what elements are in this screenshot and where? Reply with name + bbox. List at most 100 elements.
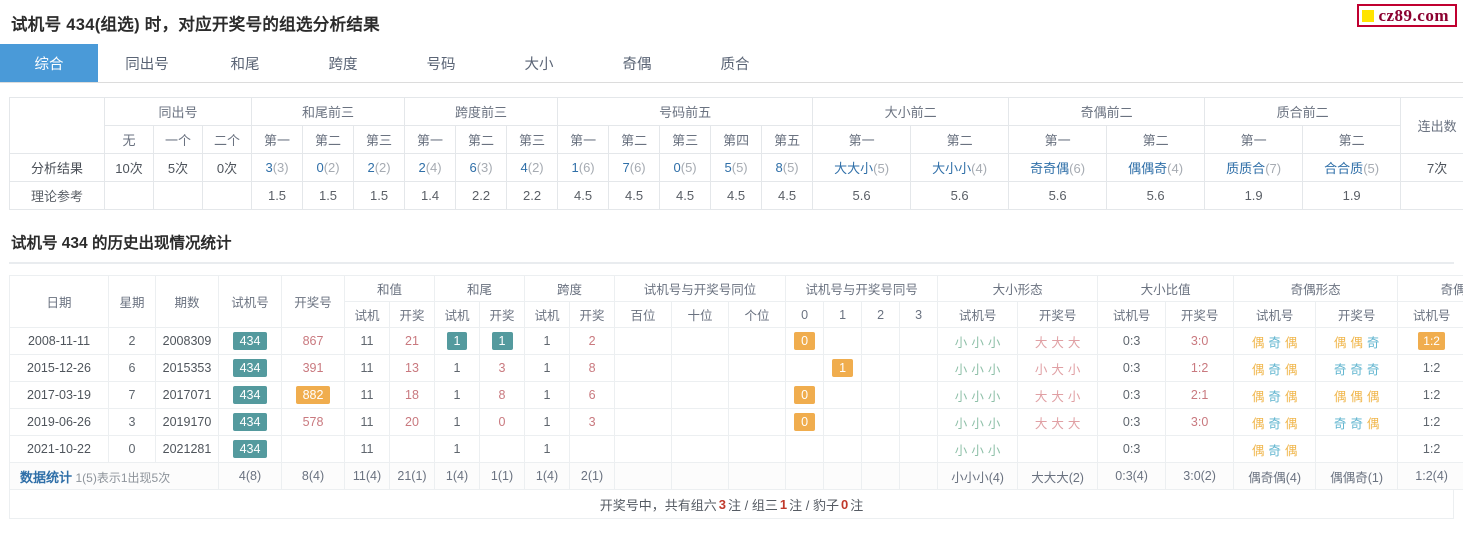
- footer-prefix: 开奖号中，共有组六: [599, 497, 717, 513]
- summary-sub-header: 第四: [710, 125, 763, 154]
- summary-sub-header: 第一: [1204, 125, 1304, 154]
- cell-week: 2: [108, 327, 156, 355]
- cell-bs-ratio-test: 0:3: [1097, 381, 1167, 409]
- cell-samepos-1: [671, 435, 730, 463]
- summary-sub-header: 第二: [1106, 125, 1206, 154]
- cell-sum-test: 11: [344, 408, 390, 436]
- summary-cell: 7次: [1400, 153, 1463, 182]
- cell-oe-form-test: 偶奇偶: [1233, 327, 1317, 355]
- summary-cell: 4.5: [710, 181, 763, 210]
- stat-value-17: 0:3(4): [1097, 462, 1167, 490]
- cell-samepos-1: [671, 354, 730, 382]
- cell-samepos-0: [614, 327, 673, 355]
- stat-value-6: 1(4): [524, 462, 571, 490]
- cell-samenum-2: [861, 381, 901, 409]
- summary-cell: 3(3): [251, 153, 304, 182]
- summary-cell: 1.5: [302, 181, 355, 210]
- stat-value-15: 小小小(4): [937, 462, 1019, 490]
- history-header-span: 跨度: [524, 275, 616, 302]
- tab-bar: 综合 同出号 和尾 跨度 号码 大小 奇偶 质合: [0, 44, 1463, 83]
- cell-samenum-2: [861, 327, 901, 355]
- cell-span-test: 1: [524, 354, 571, 382]
- history-sub-header: 试机: [524, 301, 571, 328]
- cell-samenum-2: [861, 408, 901, 436]
- stat-value-19: 偶奇偶(4): [1233, 462, 1317, 490]
- summary-row-label: 理论参考: [9, 181, 105, 210]
- summary-sub-header: 二个: [201, 125, 253, 154]
- cell-tail-test: 1: [434, 435, 481, 463]
- tab-3[interactable]: 跨度: [294, 44, 392, 82]
- cell-issue: 2017071: [155, 381, 219, 409]
- tab-2[interactable]: 和尾: [196, 44, 294, 82]
- history-table: 日期 星期 期数 试机号 开奖号 和值 和尾 跨度 试机号与开奖号同位 试机号与开奖号同号 大小形态…: [9, 275, 1463, 490]
- summary-cell: 合合质(5): [1302, 153, 1402, 182]
- cell-span-open: [569, 435, 616, 463]
- statistics-row: 数据统计 1(5)表示1出现5次 4(8) 8(4) 11(4) 21(1) 1(4) 1(…: [9, 462, 1463, 490]
- cell-oe-form-test: 偶奇偶: [1233, 354, 1317, 382]
- tab-4[interactable]: 号码: [392, 44, 490, 82]
- cell-bs-ratio-test: 0:3: [1097, 354, 1167, 382]
- tab-5[interactable]: 大小: [490, 44, 588, 82]
- cell-test-number: 434: [218, 327, 282, 355]
- cell-oe-form-test: 偶奇偶: [1233, 381, 1317, 409]
- cell-samepos-1: [671, 327, 730, 355]
- cell-oe-ratio-test: 1:2: [1397, 354, 1463, 382]
- cell-samenum-0: 0: [785, 408, 825, 436]
- cell-test-number: 434: [218, 381, 282, 409]
- footer-suffix: 注: [850, 497, 864, 513]
- cell-sum-test: 11: [344, 435, 390, 463]
- summary-cell: 4.5: [608, 181, 661, 210]
- cell-span-test: 1: [524, 435, 571, 463]
- history-sub-header: 3: [899, 301, 939, 328]
- cell-test-number: 434: [218, 408, 282, 436]
- summary-cell: 1.9: [1204, 181, 1304, 210]
- stat-value-10: [728, 462, 787, 490]
- tab-7[interactable]: 质合: [686, 44, 784, 82]
- cell-oe-form-open: 奇奇偶: [1315, 408, 1399, 436]
- tab-1[interactable]: 同出号: [98, 44, 196, 82]
- history-sub-header: 开奖号: [1315, 301, 1399, 328]
- cell-oe-form-open: 偶偶偶: [1315, 381, 1399, 409]
- summary-sub-header: 第二: [302, 125, 355, 154]
- cell-issue: 2015353: [155, 354, 219, 382]
- cell-oe-ratio-test: 1:2: [1397, 408, 1463, 436]
- cell-bs-form-test: 小小小: [937, 381, 1019, 409]
- table-row: 2021-10-22 0 2021281 434 11 1 1 小小小 0:3 偶奇偶 1:2: [9, 435, 1463, 463]
- cell-date: 2017-03-19: [9, 381, 109, 409]
- tab-6[interactable]: 奇偶: [588, 44, 686, 82]
- footer-mid1: 注 / 组三: [728, 497, 778, 513]
- history-table-wrap: 日期 星期 期数 试机号 开奖号 和值 和尾 跨度 试机号与开奖号同位 试机号与开奖号同号 大小形态…: [9, 275, 1463, 490]
- cell-span-test: 1: [524, 381, 571, 409]
- cell-samepos-0: [614, 354, 673, 382]
- summary-sub-header: 第一: [251, 125, 304, 154]
- cell-span-test: 1: [524, 327, 571, 355]
- tab-0[interactable]: 综合: [0, 44, 98, 82]
- cell-issue: 2021281: [155, 435, 219, 463]
- summary-cell: 奇奇偶(6): [1008, 153, 1108, 182]
- summary-sub-header: 第五: [761, 125, 814, 154]
- summary-cell: 4.5: [557, 181, 610, 210]
- history-sub-header: 百位: [614, 301, 673, 328]
- summary-cell: 1.5: [353, 181, 406, 210]
- cell-span-open: 2: [569, 327, 616, 355]
- cell-bs-ratio-open: 3:0: [1165, 408, 1235, 436]
- cell-bs-ratio-open: 1:2: [1165, 354, 1235, 382]
- cell-issue: 2019170: [155, 408, 219, 436]
- cell-tail-test: 1: [434, 408, 481, 436]
- cell-samepos-1: [671, 408, 730, 436]
- stat-value-1: 8(4): [281, 462, 345, 490]
- cell-tail-open: 1: [479, 327, 526, 355]
- cell-samenum-3: [899, 408, 939, 436]
- stat-label: 数据统计 1(5)表示1出现5次: [9, 462, 219, 490]
- page-root: cz89.com 试机号 434(组选) 时，对应开奖号的组选分析结果 综合 同出…: [0, 0, 1463, 559]
- cell-samepos-2: [728, 327, 787, 355]
- cell-samepos-0: [614, 381, 673, 409]
- cell-samenum-1: [823, 327, 863, 355]
- summary-table: 同出号 和尾前三 跨度前三 号码前五 大小前二 奇偶前二 质合前二 连出数无一个 二个 第一 第二第…: [9, 97, 1463, 210]
- summary-cell: 1.5: [251, 181, 304, 210]
- history-sub-header: 试机号: [1233, 301, 1317, 328]
- history-header-open: 开奖号: [281, 275, 345, 328]
- summary-sub-header: 第一: [812, 125, 912, 154]
- cell-bs-form-open: [1017, 435, 1099, 463]
- summary-cell: 1.4: [404, 181, 457, 210]
